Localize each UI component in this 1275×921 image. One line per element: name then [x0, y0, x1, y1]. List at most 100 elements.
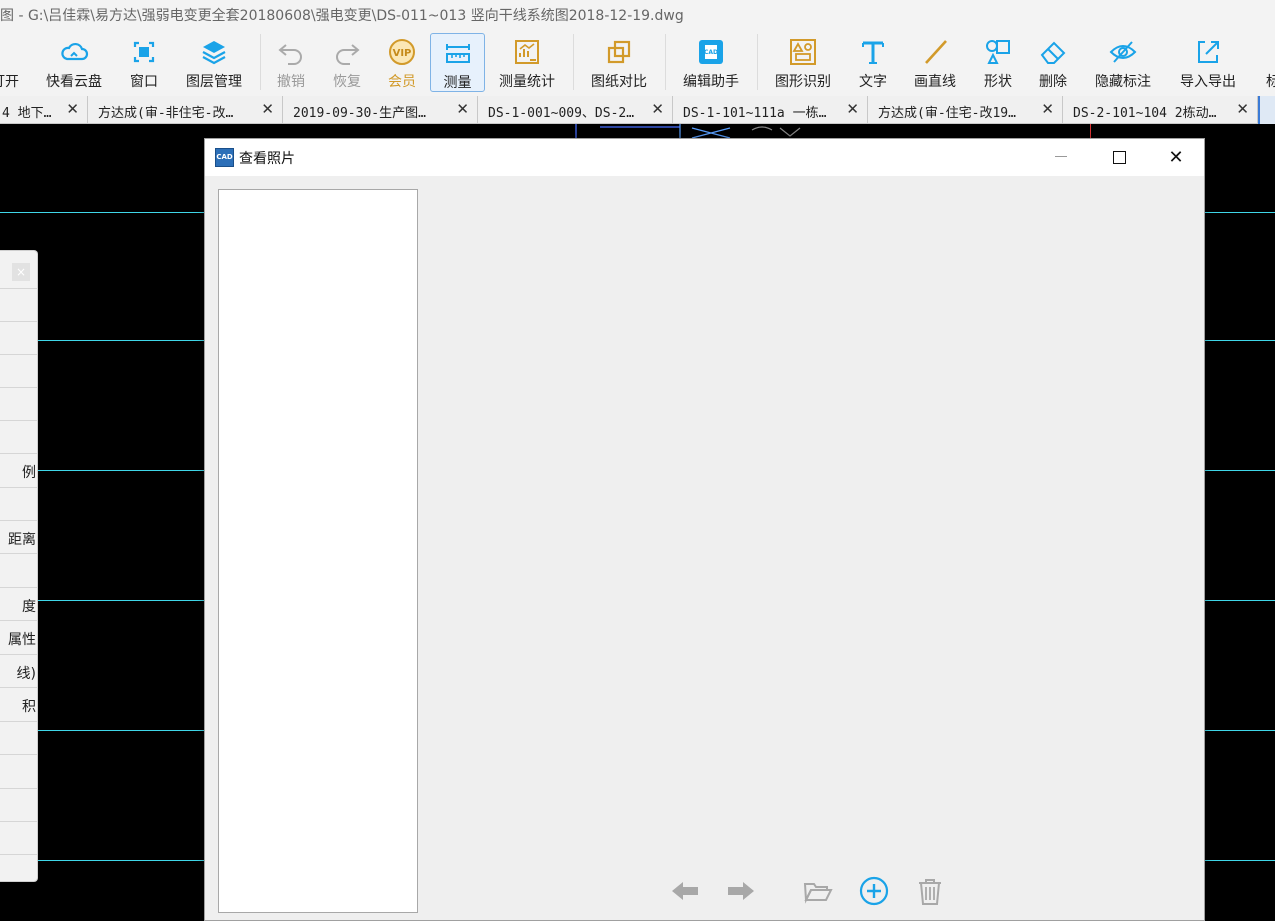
layer-manage-button[interactable]: 图层管理	[180, 33, 248, 93]
shape-recognize-button[interactable]: 图形识别	[769, 33, 837, 93]
text-button[interactable]: 文字	[850, 33, 896, 93]
svg-text:VIP: VIP	[393, 48, 412, 59]
shape-recognize-icon	[790, 39, 816, 65]
main-toolbar: 打开 快看云盘 窗口 图层管理 撤销 恢复 VIP 会员 测量 测量统计 图纸对…	[0, 30, 1275, 96]
vip-button[interactable]: VIP 会员	[379, 33, 425, 93]
draw-line-label: 画直线	[914, 74, 956, 90]
panel-row[interactable]: 线)	[0, 654, 37, 687]
open-button[interactable]: 打开	[0, 33, 30, 93]
panel-row-label: 积	[22, 699, 36, 715]
panel-row[interactable]	[0, 721, 37, 754]
panel-row[interactable]: 例	[0, 453, 37, 486]
dialog-titlebar[interactable]: CAD 查看照片 ✕	[205, 139, 1204, 176]
toolbar-divider	[757, 34, 758, 90]
delete-label: 删除	[1039, 74, 1067, 90]
panel-row[interactable]	[0, 487, 37, 520]
document-tab[interactable]: DS-2-101~104 2栋动… ✕	[1063, 96, 1258, 124]
undo-button[interactable]: 撤销	[268, 33, 314, 93]
panel-row[interactable]: 距离	[0, 520, 37, 553]
panel-row[interactable]	[0, 387, 37, 420]
window-title: 图 - G:\吕佳霖\易方达\强弱电变更全套20180608\强电变更\DS-0…	[0, 8, 684, 24]
panel-row[interactable]	[0, 288, 37, 321]
folder-open-icon	[0, 37, 20, 67]
eraser-icon	[1040, 41, 1066, 64]
draw-line-button[interactable]: 画直线	[905, 33, 965, 93]
undo-icon	[278, 44, 302, 65]
document-tab[interactable]: 4 地下… ✕	[0, 96, 88, 124]
shapes-button[interactable]: 形状	[975, 33, 1021, 93]
panel-row[interactable]	[0, 321, 37, 354]
measure-button[interactable]: 测量	[430, 33, 485, 92]
panel-row-label: 例	[22, 465, 36, 481]
panel-row[interactable]	[0, 420, 37, 453]
delete-button[interactable]: 删除	[1030, 33, 1076, 93]
previous-arrow-icon[interactable]	[670, 876, 700, 906]
tab-close-icon[interactable]: ✕	[456, 100, 469, 118]
document-tab-active[interactable]: D	[1258, 96, 1275, 124]
tab-close-icon[interactable]: ✕	[846, 100, 859, 118]
document-tab[interactable]: DS-1-001~009、DS-2… ✕	[478, 96, 673, 124]
close-button[interactable]: ✕	[1147, 139, 1205, 176]
panel-row-label: 属性	[8, 632, 36, 648]
document-tab[interactable]: DS-1-101~111a 一栋… ✕	[673, 96, 868, 124]
compare-button[interactable]: 图纸对比	[585, 33, 653, 93]
open-label: 打开	[0, 74, 19, 90]
redo-button[interactable]: 恢复	[324, 33, 370, 93]
import-export-button[interactable]: 导入导出	[1172, 33, 1244, 93]
hide-annotations-button[interactable]: 隐藏标注	[1088, 33, 1158, 93]
panel-row[interactable]	[0, 354, 37, 387]
edit-assistant-button[interactable]: CAD 编辑助手	[677, 33, 745, 93]
panel-row[interactable]	[0, 854, 37, 881]
add-circle-icon[interactable]	[859, 876, 889, 906]
tab-close-icon[interactable]: ✕	[1041, 100, 1054, 118]
window-label: 窗口	[130, 74, 158, 90]
mark-button[interactable]: 标	[1258, 33, 1275, 93]
toolbar-divider	[260, 34, 261, 90]
edit-assistant-label: 编辑助手	[683, 74, 739, 90]
panel-row[interactable]	[0, 788, 37, 821]
trash-icon[interactable]	[915, 876, 945, 906]
photo-thumbnail-list[interactable]	[218, 189, 418, 913]
cad-edit-icon: CAD	[699, 40, 723, 64]
next-arrow-icon[interactable]	[726, 876, 756, 906]
layers-icon	[202, 41, 226, 65]
svg-text:CAD: CAD	[704, 49, 718, 56]
panel-row-label: 度	[22, 599, 36, 615]
toolbar-divider	[573, 34, 574, 90]
redo-label: 恢复	[333, 74, 361, 90]
tab-title: 2019-09-30-生产图…	[293, 106, 426, 121]
hide-annotations-label: 隐藏标注	[1095, 74, 1151, 90]
cloud-disk-label: 快看云盘	[46, 74, 102, 90]
tab-close-icon[interactable]: ✕	[261, 100, 274, 118]
maximize-button[interactable]	[1089, 139, 1147, 176]
compare-label: 图纸对比	[591, 74, 647, 90]
folder-open-icon[interactable]	[803, 876, 833, 906]
vip-icon: VIP	[389, 39, 415, 65]
text-label: 文字	[859, 74, 887, 90]
panel-row[interactable]: 度	[0, 587, 37, 620]
import-export-icon	[1198, 41, 1219, 63]
cloud-disk-button[interactable]: 快看云盘	[40, 33, 108, 93]
tab-close-icon[interactable]: ✕	[66, 100, 79, 118]
document-tab[interactable]: 2019-09-30-生产图… ✕	[283, 96, 478, 124]
panel-row[interactable]	[0, 754, 37, 787]
window-button[interactable]: 窗口	[122, 33, 166, 93]
tab-title: DS-1-101~111a 一栋…	[683, 106, 827, 121]
import-export-label: 导入导出	[1180, 74, 1236, 90]
panel-row[interactable]	[0, 821, 37, 854]
panel-row[interactable]: 积	[0, 687, 37, 720]
mark-label: 标	[1266, 74, 1275, 90]
undo-label: 撤销	[277, 74, 305, 90]
panel-row[interactable]	[0, 553, 37, 586]
tab-close-icon[interactable]: ✕	[1236, 100, 1249, 118]
minimize-button[interactable]	[1031, 139, 1089, 176]
panel-row[interactable]: 属性	[0, 620, 37, 653]
close-icon[interactable]: ×	[12, 263, 30, 281]
document-tab[interactable]: 方达成(审-非住宅-改… ✕	[88, 96, 283, 124]
tab-close-icon[interactable]: ✕	[651, 100, 664, 118]
view-photos-dialog: CAD 查看照片 ✕	[204, 138, 1205, 921]
measure-stats-button[interactable]: 测量统计	[494, 33, 560, 93]
document-tab[interactable]: 方达成(审-住宅-改19… ✕	[868, 96, 1063, 124]
tab-title: DS-1-001~009、DS-2…	[488, 106, 635, 121]
shapes-label: 形状	[984, 74, 1012, 90]
